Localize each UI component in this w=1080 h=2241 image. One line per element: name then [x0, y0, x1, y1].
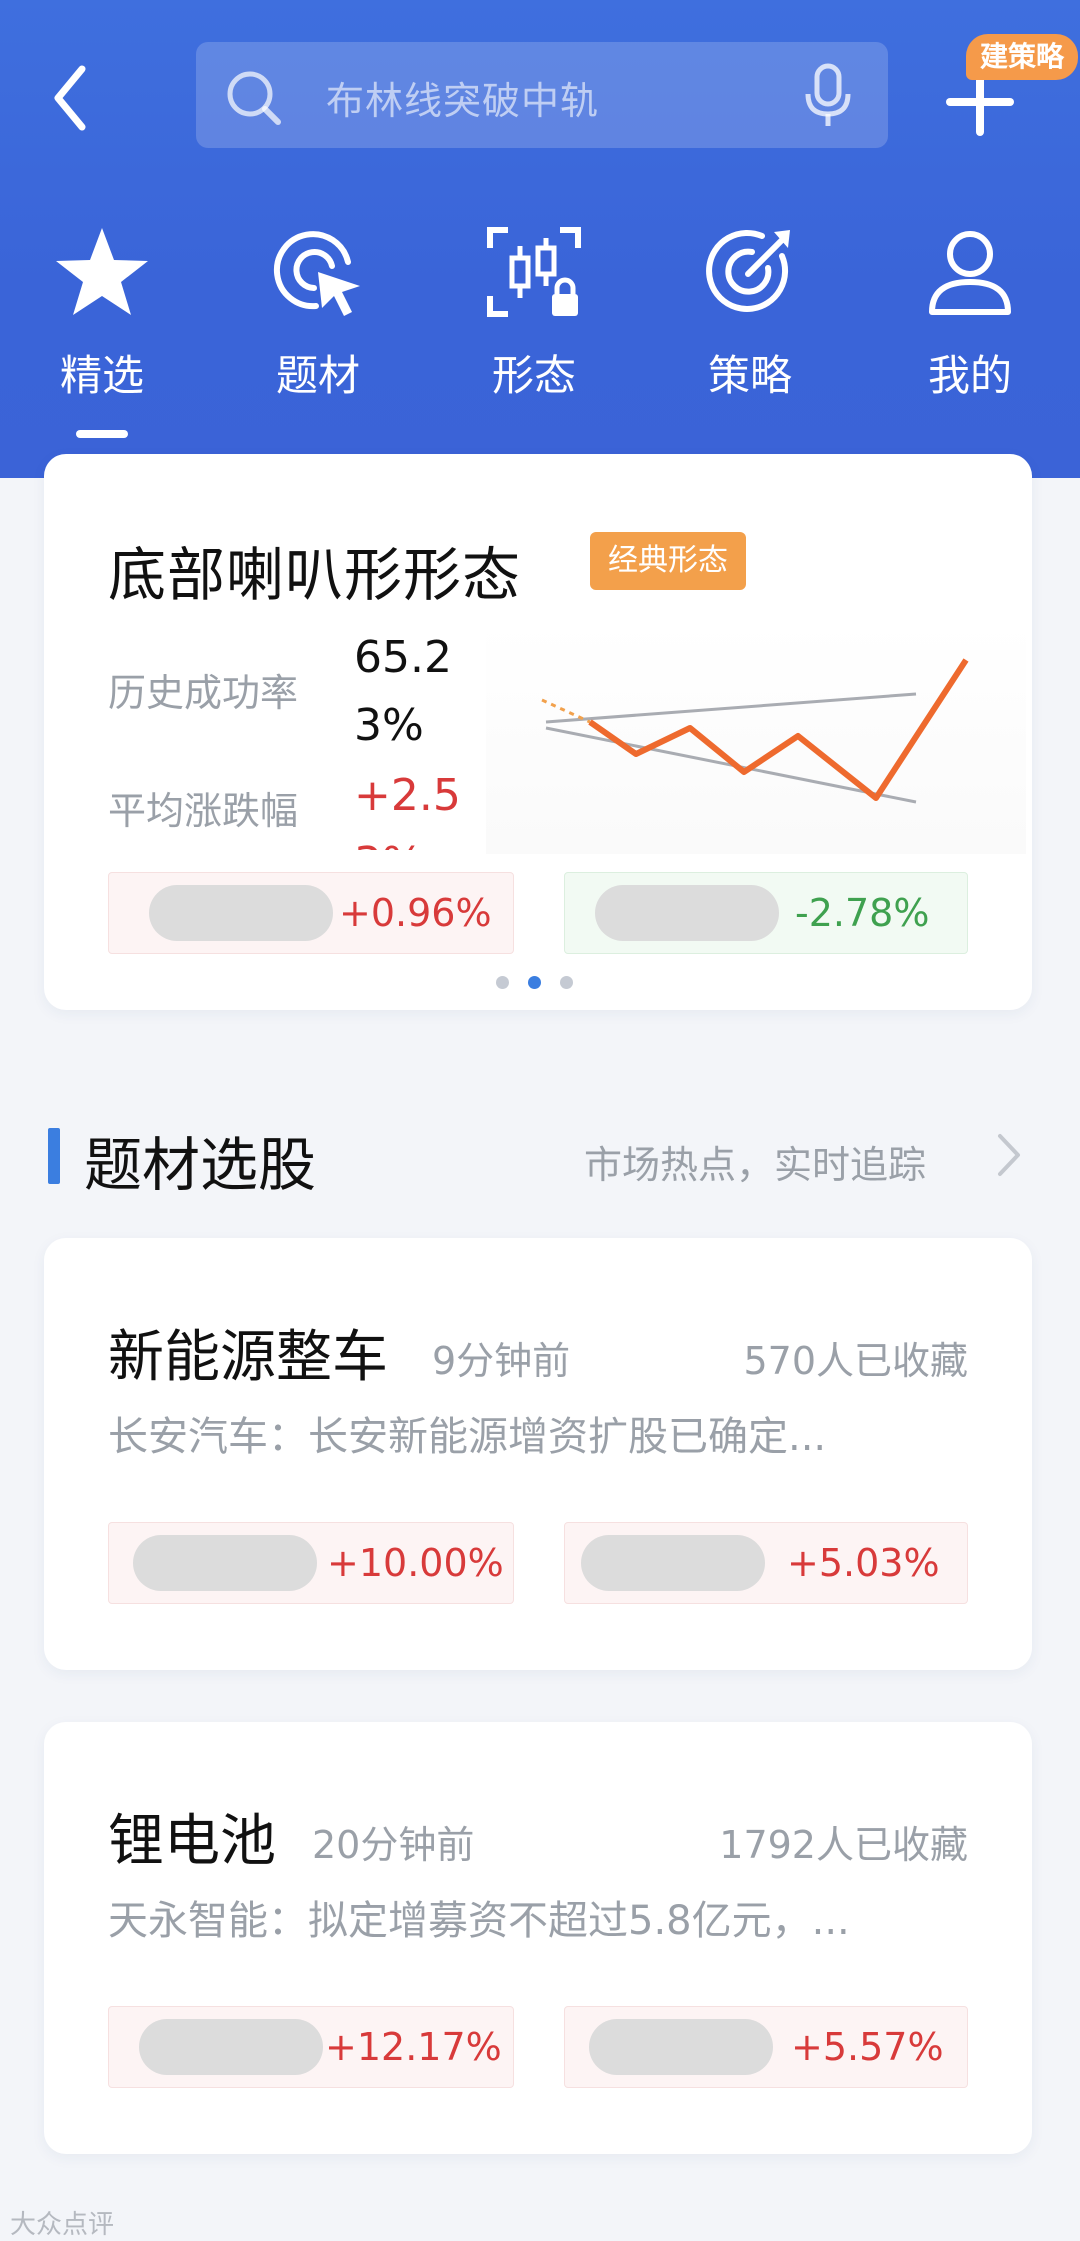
chevron-right-icon[interactable]	[994, 1130, 1024, 1180]
section-title: 题材选股	[84, 1131, 317, 1199]
theme-time: 9分钟前	[432, 1339, 571, 1383]
classic-pattern-badge: 经典形态	[590, 532, 746, 590]
theme-stock-2[interactable]: +5.03%	[564, 1522, 968, 1604]
stock-change: +0.96%	[339, 891, 492, 935]
carousel-dot	[560, 976, 573, 989]
theme-stock-1[interactable]: +12.17%	[108, 2006, 514, 2088]
header: 布林线突破中轨 建策略 精选 题材 形态 策略 我的	[0, 0, 1080, 478]
target-cursor-icon	[273, 231, 360, 316]
tab-strategy[interactable]: 策略	[670, 222, 830, 422]
stock-name-placeholder	[589, 2019, 773, 2075]
star-icon	[56, 228, 148, 315]
tab-featured[interactable]: 精选	[22, 222, 182, 422]
microphone-icon[interactable]	[802, 62, 854, 130]
user-icon	[929, 231, 1011, 315]
stock-change: +5.03%	[787, 1541, 940, 1585]
candlestick-scan-icon	[487, 227, 581, 317]
pattern-stock-1[interactable]: +0.96%	[108, 872, 514, 954]
section-accent-bar	[48, 1128, 60, 1184]
tab-patterns-label: 形态	[491, 351, 576, 400]
stock-name-placeholder	[133, 1535, 317, 1591]
theme-favorites: 1792人已收藏	[719, 1823, 968, 1867]
pattern-stock-2[interactable]: -2.78%	[564, 872, 968, 954]
stock-name-placeholder	[581, 1535, 765, 1591]
tab-mine[interactable]: 我的	[890, 222, 1050, 422]
theme-card[interactable]: 新能源整车 9分钟前 570人已收藏 长安汽车：长安新能源增资扩股已确定... …	[44, 1238, 1032, 1670]
theme-favorites: 570人已收藏	[743, 1339, 968, 1383]
theme-title: 锂电池	[108, 1809, 276, 1874]
theme-description: 长安汽车：长安新能源增资扩股已确定...	[108, 1414, 827, 1460]
tab-themes[interactable]: 题材	[238, 222, 398, 422]
avg-change-value: +2.53%	[354, 770, 461, 850]
tab-strategy-label: 策略	[707, 351, 792, 400]
tab-themes-label: 题材	[275, 351, 360, 400]
stock-change: +5.57%	[791, 2025, 944, 2069]
carousel-dot-active	[528, 976, 541, 989]
watermark: 大众点评	[10, 2210, 115, 2240]
carousel-indicator	[496, 976, 586, 990]
success-rate-value: 65.23%	[354, 632, 452, 751]
pattern-title: 底部喇叭形形态	[108, 541, 522, 609]
carousel-dot	[496, 976, 509, 989]
stock-name-placeholder	[139, 2019, 323, 2075]
theme-card[interactable]: 锂电池 20分钟前 1792人已收藏 天永智能：拟定增募资不超过5.8亿元，..…	[44, 1722, 1032, 2154]
tab-featured-label: 精选	[59, 351, 144, 400]
build-strategy-badge[interactable]: 建策略	[966, 34, 1079, 80]
tab-patterns[interactable]: 形态	[454, 222, 614, 422]
search-placeholder: 布林线突破中轨	[326, 79, 600, 123]
stock-name-placeholder	[595, 885, 779, 941]
avg-change-label: 平均涨跌幅	[108, 789, 299, 833]
success-rate-label: 历史成功率	[108, 671, 299, 715]
theme-stock-2[interactable]: +5.57%	[564, 2006, 968, 2088]
theme-title: 新能源整车	[108, 1325, 388, 1390]
stock-change: -2.78%	[795, 891, 930, 935]
category-nav: 精选 题材 形态 策略 我的	[0, 222, 1080, 452]
theme-description: 天永智能：拟定增募资不超过5.8亿元，...	[108, 1898, 850, 1944]
chevron-left-icon	[54, 65, 86, 131]
back-button[interactable]	[40, 58, 100, 138]
pattern-thumbnail-chart	[486, 622, 1026, 854]
active-tab-indicator	[76, 430, 128, 438]
stock-change: +10.00%	[327, 1541, 504, 1585]
stock-change: +12.17%	[325, 2025, 502, 2069]
tab-mine-label: 我的	[927, 351, 1012, 400]
pattern-card[interactable]: 底部喇叭形形态 经典形态 历史成功率 65.23% 平均涨跌幅 +2.53% +…	[44, 454, 1032, 1010]
search-icon	[227, 71, 281, 125]
strategy-dart-icon	[706, 229, 790, 312]
search-input[interactable]: 布林线突破中轨	[196, 42, 888, 148]
section-subtitle[interactable]: 市场热点，实时追踪	[584, 1134, 926, 1189]
theme-stock-1[interactable]: +10.00%	[108, 1522, 514, 1604]
theme-time: 20分钟前	[312, 1823, 475, 1867]
stock-name-placeholder	[149, 885, 333, 941]
